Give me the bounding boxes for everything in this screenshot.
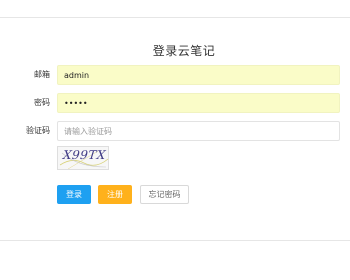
password-row: 密码 — [0, 93, 350, 113]
captcha-text: X99TX — [62, 148, 107, 162]
password-field[interactable] — [57, 93, 340, 113]
top-divider — [0, 17, 350, 18]
email-field[interactable] — [57, 65, 340, 85]
email-label: 邮箱 — [34, 70, 50, 79]
page-title: 登录云笔记 — [152, 44, 216, 58]
login-page: 登录云笔记 邮箱 密码 验证码 X99TX 登录 注册 忘记密码 — [0, 0, 350, 280]
forgot-password-button[interactable]: 忘记密码 — [140, 185, 189, 204]
captcha-input[interactable] — [57, 121, 340, 141]
captcha-row: 验证码 — [0, 121, 350, 141]
captcha-image[interactable]: X99TX — [57, 146, 109, 170]
bottom-divider — [0, 240, 350, 241]
register-button[interactable]: 注册 — [98, 185, 132, 204]
password-label: 密码 — [34, 98, 50, 107]
email-row: 邮箱 — [0, 65, 350, 85]
captcha-label: 验证码 — [26, 126, 50, 135]
login-button[interactable]: 登录 — [57, 185, 91, 204]
